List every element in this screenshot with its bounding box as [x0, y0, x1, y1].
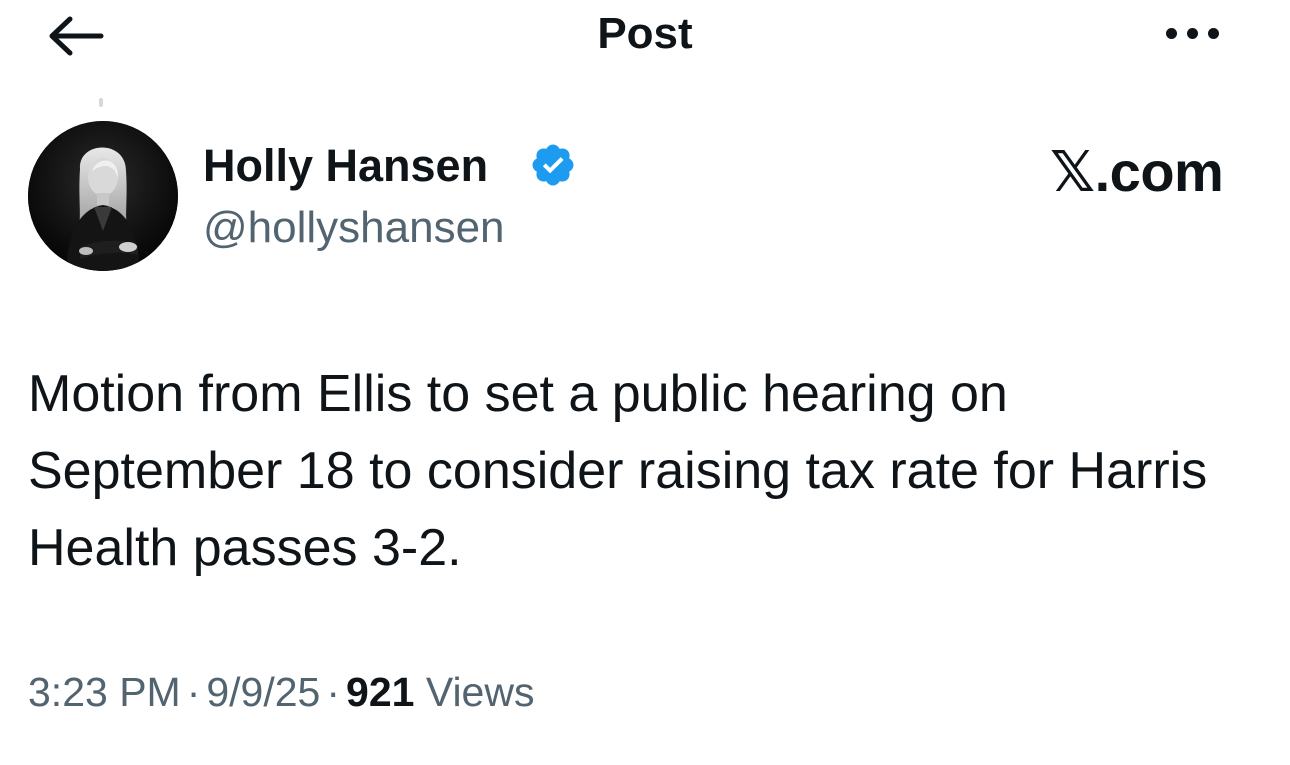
- author-handle[interactable]: @hollyshansen: [203, 200, 505, 256]
- views-count: 921: [346, 669, 415, 715]
- tweet-meta: 3:23 PM · 9/9/25 · 921 Views: [28, 664, 534, 720]
- more-dot: [1187, 28, 1198, 39]
- avatar[interactable]: [28, 121, 178, 271]
- more-horizontal-icon: [1166, 28, 1177, 39]
- tweet-date[interactable]: 9/9/25: [206, 669, 320, 715]
- avatar-photo: [28, 121, 178, 271]
- more-options-button[interactable]: [1160, 18, 1230, 52]
- verified-badge-icon: [532, 144, 574, 186]
- tweet-time[interactable]: 3:23 PM: [28, 669, 181, 715]
- tweet-text: Motion from Ellis to set a public hearin…: [28, 365, 1208, 577]
- x-com-logo: 𝕏.com: [1050, 140, 1224, 203]
- author-display-name[interactable]: Holly Hansen: [203, 138, 488, 194]
- more-dot: [1208, 28, 1219, 39]
- top-bar: Post: [0, 0, 1290, 80]
- meta-separator: ·: [326, 669, 341, 715]
- meta-separator: ·: [186, 669, 201, 715]
- page-title: Post: [597, 9, 693, 58]
- thread-connector: [99, 98, 103, 107]
- views-label: Views: [425, 669, 535, 715]
